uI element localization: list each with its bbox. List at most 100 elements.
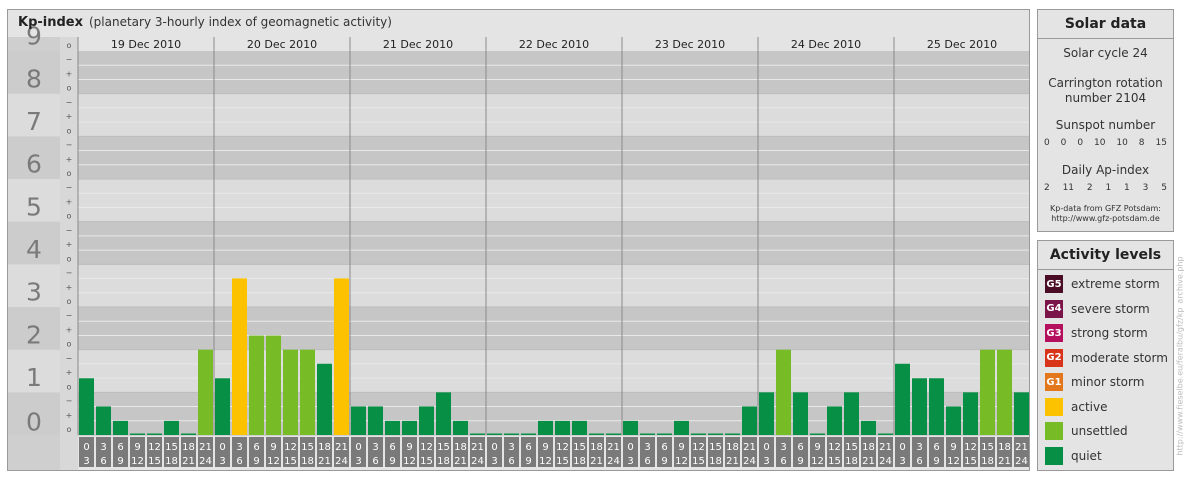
ap-value-1: 11 bbox=[1062, 183, 1075, 193]
hour-start: 0 bbox=[355, 442, 361, 453]
hour-end: 24 bbox=[1015, 456, 1028, 467]
kp-bar-5-6 bbox=[861, 420, 876, 435]
side-credit: http://www.fieselbe.eu/feralbu/gfz/kp_ar… bbox=[1176, 240, 1184, 471]
hour-start: 18 bbox=[862, 442, 875, 453]
hour-end: 15 bbox=[148, 456, 161, 467]
hour-start: 9 bbox=[406, 442, 412, 453]
sunspot-value-1: 0 bbox=[1060, 138, 1067, 148]
kp-bar-3-7 bbox=[606, 433, 621, 435]
hour-end: 18 bbox=[301, 456, 314, 467]
kp-bar-1-4 bbox=[283, 349, 298, 435]
subtick: o bbox=[67, 169, 72, 178]
hour-start: 9 bbox=[814, 442, 820, 453]
level-label: strong storm bbox=[1071, 326, 1148, 340]
kp-bar-1-6 bbox=[317, 363, 332, 435]
hour-end: 6 bbox=[100, 456, 106, 467]
hour-start: 9 bbox=[542, 442, 548, 453]
kp-bar-6-6 bbox=[997, 349, 1012, 435]
kp-bar-1-7 bbox=[334, 278, 349, 435]
kp-bar-6-7 bbox=[1014, 392, 1029, 435]
hour-start: 21 bbox=[471, 442, 484, 453]
hour-end: 15 bbox=[556, 456, 569, 467]
hour-start: 21 bbox=[1015, 442, 1028, 453]
hour-start: 0 bbox=[627, 442, 633, 453]
day-label-4: 23 Dec 2010 bbox=[655, 38, 725, 51]
kp-bar-1-0 bbox=[215, 378, 230, 435]
hour-start: 0 bbox=[899, 442, 905, 453]
kp-bar-2-6 bbox=[453, 420, 468, 435]
carrington-rotation-line2: number 2104 bbox=[1064, 91, 1147, 105]
sunspot-value-4: 10 bbox=[1116, 138, 1128, 148]
level-label: quiet bbox=[1071, 448, 1102, 463]
hour-start: 3 bbox=[372, 442, 378, 453]
subtick: + bbox=[66, 325, 73, 334]
kp-bar-6-1 bbox=[912, 378, 927, 435]
hour-end: 3 bbox=[899, 456, 905, 467]
kp-bar-6-4 bbox=[963, 392, 978, 435]
kp-bar-6-0 bbox=[895, 363, 910, 435]
hour-start: 18 bbox=[590, 442, 603, 453]
activity-divider bbox=[1038, 269, 1173, 270]
subtick: o bbox=[67, 84, 72, 93]
activity-level-strong-storm: G3 strong storm bbox=[1045, 324, 1148, 342]
subtick: + bbox=[66, 240, 73, 249]
chart-title-block: Kp-index (planetary 3-hourly index of geo… bbox=[18, 15, 392, 30]
kp-bar-2-7 bbox=[470, 433, 485, 435]
activity-level-active: active bbox=[1045, 397, 1108, 416]
hour-start: 6 bbox=[525, 442, 531, 453]
hour-start: 6 bbox=[933, 442, 939, 453]
kp-band-7 bbox=[78, 93, 1029, 137]
hour-end: 18 bbox=[709, 456, 722, 467]
hour-start: 0 bbox=[763, 442, 769, 453]
kp-bar-3-1 bbox=[504, 433, 519, 435]
hour-end: 12 bbox=[539, 456, 552, 467]
ap-value-5: 3 bbox=[1142, 183, 1149, 193]
subtick: − bbox=[66, 269, 73, 278]
hour-end: 24 bbox=[199, 456, 212, 467]
subtick: + bbox=[66, 197, 73, 206]
kp-bar-3-0 bbox=[487, 433, 502, 435]
hour-end: 3 bbox=[491, 456, 497, 467]
hour-start: 21 bbox=[199, 442, 212, 453]
day-label-3: 22 Dec 2010 bbox=[519, 38, 589, 51]
activity-level-quiet: quiet bbox=[1045, 446, 1102, 465]
subtick: o bbox=[67, 382, 72, 391]
solar-title: Solar data bbox=[1064, 16, 1147, 32]
hour-end: 9 bbox=[661, 456, 667, 467]
level-label: active bbox=[1071, 399, 1108, 414]
hour-end: 3 bbox=[219, 456, 225, 467]
level-swatch: G3 bbox=[1045, 324, 1063, 342]
hour-end: 3 bbox=[627, 456, 633, 467]
ap-value-3: 1 bbox=[1105, 183, 1112, 193]
hour-end: 21 bbox=[182, 456, 195, 467]
hour-start: 21 bbox=[879, 442, 892, 453]
hour-start: 18 bbox=[726, 442, 739, 453]
hour-end: 18 bbox=[845, 456, 858, 467]
sunspot-value-5: 8 bbox=[1138, 138, 1145, 148]
subtick: + bbox=[66, 112, 73, 121]
ap-value-4: 1 bbox=[1124, 183, 1130, 193]
subtick: − bbox=[66, 183, 73, 192]
kp-bar-6-2 bbox=[929, 378, 944, 435]
kp-bar-5-7 bbox=[878, 433, 893, 435]
hour-end: 24 bbox=[607, 456, 620, 467]
hour-start: 3 bbox=[916, 442, 922, 453]
subtick: − bbox=[66, 226, 73, 235]
kp-band-8 bbox=[78, 51, 1029, 94]
hour-end: 24 bbox=[471, 456, 484, 467]
kp-bar-2-2 bbox=[385, 420, 400, 435]
y-tick-0: 0 bbox=[26, 408, 42, 437]
subtick: + bbox=[66, 368, 73, 377]
subtick: o bbox=[67, 340, 72, 349]
level-swatch: G5 bbox=[1045, 275, 1063, 293]
subtick: o bbox=[67, 212, 72, 221]
hour-end: 6 bbox=[644, 456, 650, 467]
hour-end: 15 bbox=[964, 456, 977, 467]
ap-value-6: 5 bbox=[1161, 183, 1167, 193]
kp-bar-6-3 bbox=[946, 406, 961, 435]
kp-bar-0-1 bbox=[96, 406, 111, 435]
kp-chart: 19 Dec 2010 20 Dec 2010 21 Dec 2010 22 Dec … bbox=[8, 22, 1029, 470]
kp-bar-0-7 bbox=[198, 349, 213, 435]
y-tick-4: 4 bbox=[26, 235, 42, 264]
hour-end: 15 bbox=[828, 456, 841, 467]
